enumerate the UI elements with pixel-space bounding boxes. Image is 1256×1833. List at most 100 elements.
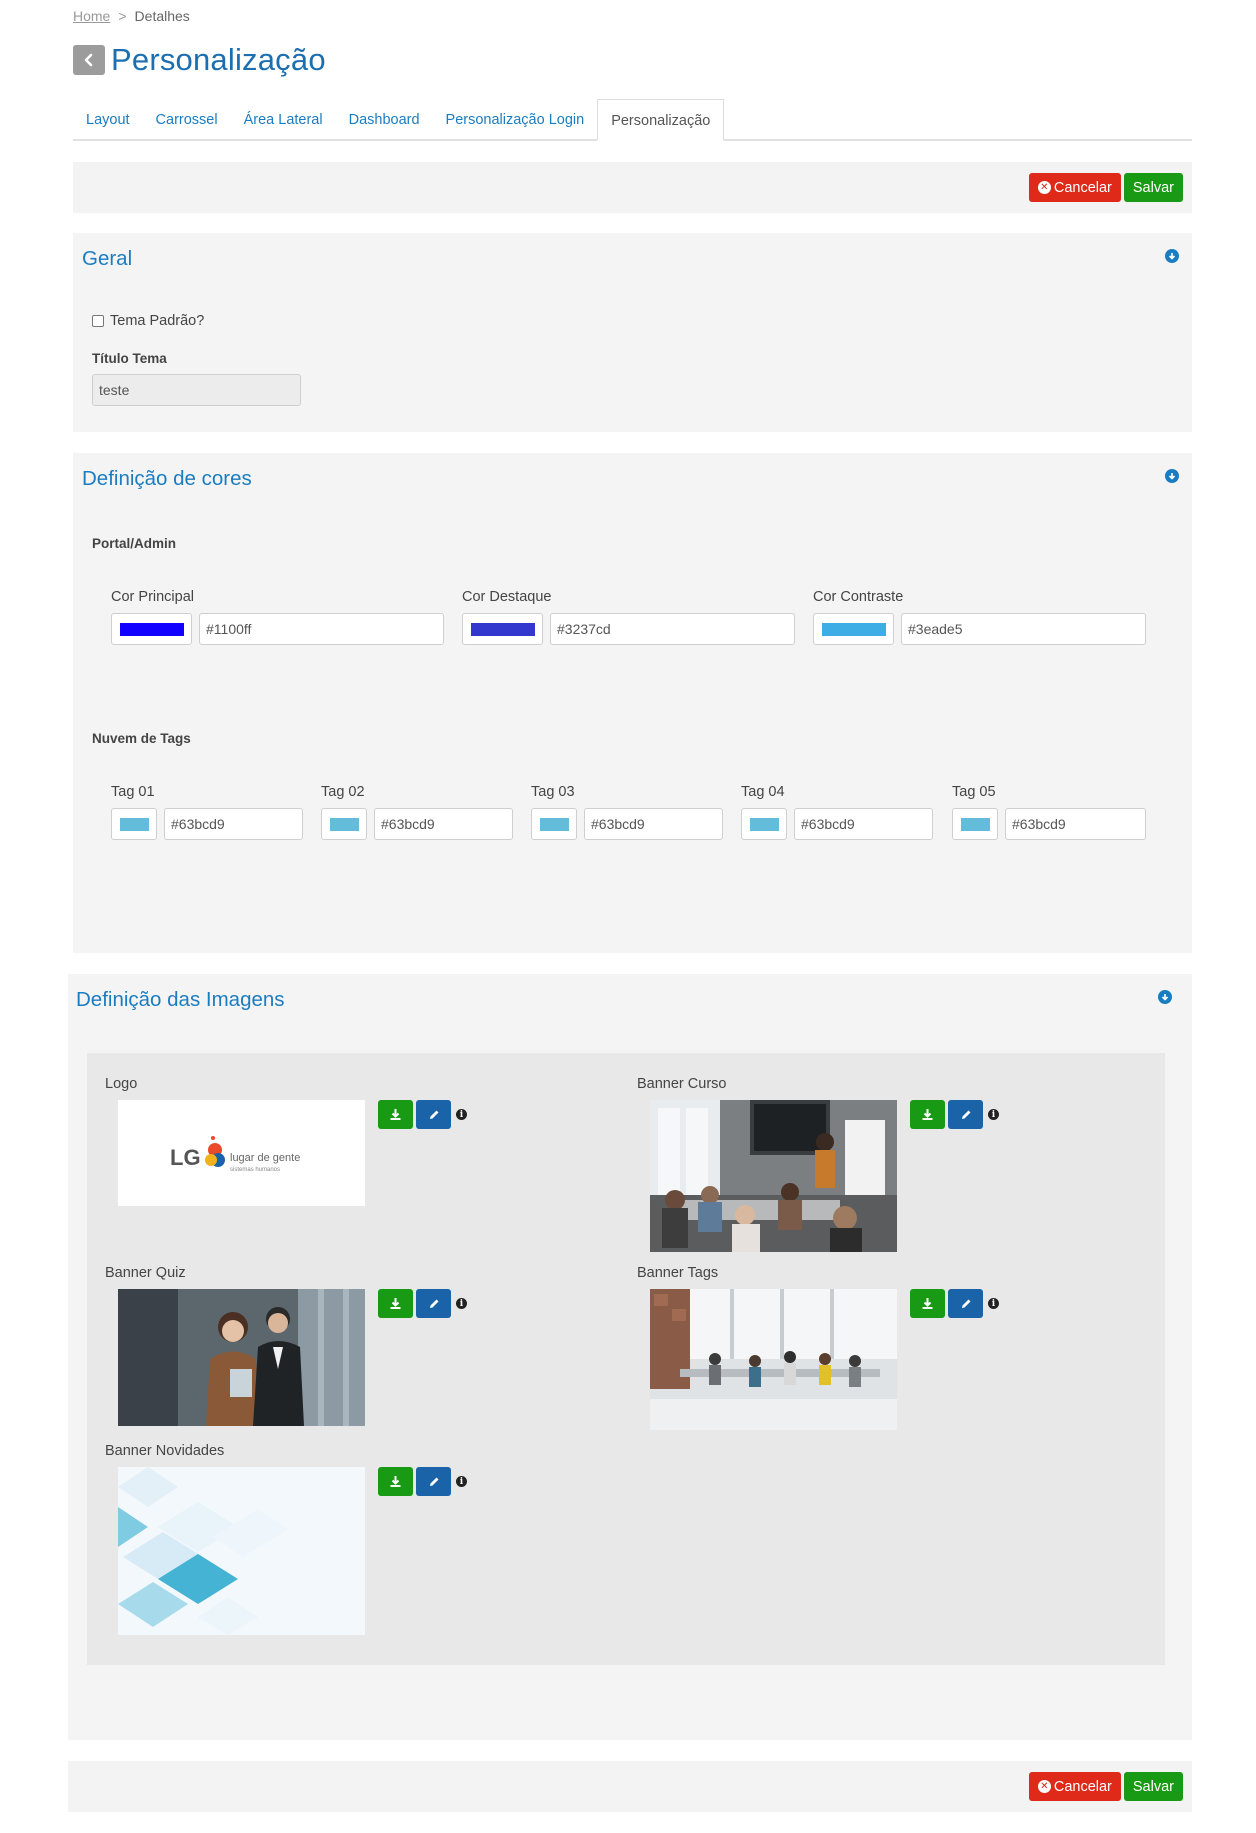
theme-title-input[interactable]: teste xyxy=(92,374,301,406)
banner-quiz-image xyxy=(118,1289,365,1426)
pencil-icon xyxy=(429,1110,438,1119)
pencil-icon xyxy=(429,1477,438,1486)
page-title: Personalização xyxy=(111,42,326,77)
top-action-bar: ✕ Cancelar Salvar xyxy=(73,162,1192,213)
cancel-button-top[interactable]: ✕ Cancelar xyxy=(1028,173,1121,202)
section-imagens: Definição das Imagens Logo LG lugar de g… xyxy=(68,974,1192,1740)
breadcrumb-separator: > xyxy=(118,8,127,24)
chevron-circle-icon[interactable] xyxy=(1165,469,1179,483)
tag-05-swatch[interactable] xyxy=(952,808,998,840)
info-icon[interactable]: i xyxy=(456,1109,467,1120)
close-circle-icon: ✕ xyxy=(1037,1780,1051,1793)
tag-05-input[interactable]: #63bcd9 xyxy=(1005,808,1146,840)
color-highlight-label: Cor Destaque xyxy=(462,589,552,605)
tab-layout[interactable]: Layout xyxy=(73,99,143,139)
color-highlight-swatch[interactable] xyxy=(462,613,543,645)
banner-quiz-label: Banner Quiz xyxy=(105,1265,186,1281)
save-button-top[interactable]: Salvar xyxy=(1123,173,1183,202)
tag-02-swatch[interactable] xyxy=(321,808,367,840)
tab-dashboard[interactable]: Dashboard xyxy=(336,99,433,139)
banner-tags-label: Banner Tags xyxy=(637,1265,719,1281)
download-icon xyxy=(390,1476,401,1487)
color-contrast-label: Cor Contraste xyxy=(813,589,904,605)
theme-title-label: Título Tema xyxy=(92,351,167,366)
save-button-bottom[interactable]: Salvar xyxy=(1123,1772,1183,1801)
cancel-label: Cancelar xyxy=(1053,1778,1112,1795)
banner-curso-edit-button[interactable] xyxy=(948,1100,983,1129)
save-label: Salvar xyxy=(1132,179,1174,196)
tab-personalizacao[interactable]: Personalização xyxy=(597,99,725,141)
banner-novidades-edit-button[interactable] xyxy=(416,1467,451,1496)
breadcrumb: Home > Detalhes xyxy=(73,8,190,24)
breadcrumb-home-link[interactable]: Home xyxy=(73,8,110,24)
cancel-button-bottom[interactable]: ✕ Cancelar xyxy=(1028,1772,1121,1801)
logo-lg-text: LG xyxy=(170,1145,201,1170)
section-title-imagens: Definição das Imagens xyxy=(76,988,285,1011)
logo-edit-button[interactable] xyxy=(416,1100,451,1129)
tag-03-label: Tag 03 xyxy=(531,784,575,800)
tab-area-lateral[interactable]: Área Lateral xyxy=(231,99,336,139)
tag-01-swatch[interactable] xyxy=(111,808,157,840)
tag-04-input[interactable]: #63bcd9 xyxy=(794,808,933,840)
cancel-label: Cancelar xyxy=(1053,179,1112,196)
logo-download-button[interactable] xyxy=(378,1100,413,1129)
color-contrast-swatch-fill xyxy=(821,622,886,636)
section-title-geral: Geral xyxy=(82,247,133,270)
logo-tagline: lugar de gente xyxy=(230,1152,300,1164)
tag-03-swatch[interactable] xyxy=(531,808,577,840)
download-icon xyxy=(390,1298,401,1309)
banner-novidades-download-button[interactable] xyxy=(378,1467,413,1496)
section-cores: Definição de cores Portal/Admin Cor Prin… xyxy=(73,453,1192,953)
tag-02-swatch-fill xyxy=(329,817,359,831)
default-theme-checkbox[interactable] xyxy=(92,315,104,327)
banner-tags-edit-button[interactable] xyxy=(948,1289,983,1318)
color-main-swatch-fill xyxy=(119,622,184,636)
close-circle-icon: ✕ xyxy=(1037,181,1051,194)
info-icon[interactable]: i xyxy=(988,1109,999,1120)
tab-personalizacao-login[interactable]: Personalização Login xyxy=(433,99,598,139)
tag-04-label: Tag 04 xyxy=(741,784,785,800)
tag-05-label: Tag 05 xyxy=(952,784,996,800)
banner-quiz-download-button[interactable] xyxy=(378,1289,413,1318)
color-contrast-input[interactable]: #3eade5 xyxy=(901,613,1146,645)
default-theme-checkbox-row[interactable]: Tema Padrão? xyxy=(92,313,204,329)
tag-03-input[interactable]: #63bcd9 xyxy=(584,808,723,840)
download-icon xyxy=(922,1298,933,1309)
default-theme-label: Tema Padrão? xyxy=(110,313,205,329)
banner-novidades-label: Banner Novidades xyxy=(105,1443,225,1459)
banner-curso-download-button[interactable] xyxy=(910,1100,945,1129)
chevron-circle-icon[interactable] xyxy=(1158,990,1172,1004)
portal-admin-label: Portal/Admin xyxy=(92,536,177,551)
color-highlight-swatch-fill xyxy=(470,622,535,636)
color-main-input[interactable]: #1100ff xyxy=(199,613,444,645)
pencil-icon xyxy=(429,1299,438,1308)
back-button[interactable] xyxy=(73,45,105,75)
info-icon[interactable]: i xyxy=(988,1298,999,1309)
banner-quiz-edit-button[interactable] xyxy=(416,1289,451,1318)
tag-cloud-label: Nuvem de Tags xyxy=(92,731,191,746)
tab-carrossel[interactable]: Carrossel xyxy=(143,99,231,139)
color-main-label: Cor Principal xyxy=(111,589,194,605)
tag-01-input[interactable]: #63bcd9 xyxy=(164,808,303,840)
pencil-icon xyxy=(961,1110,970,1119)
bottom-action-bar: ✕ Cancelar Salvar xyxy=(68,1761,1192,1812)
info-icon[interactable]: i xyxy=(456,1476,467,1487)
tag-03-swatch-fill xyxy=(539,817,569,831)
tag-02-input[interactable]: #63bcd9 xyxy=(374,808,513,840)
banner-curso-label: Banner Curso xyxy=(637,1076,727,1092)
back-arrow-icon xyxy=(84,53,93,67)
tag-05-swatch-fill xyxy=(960,817,990,831)
logo-label: Logo xyxy=(105,1076,138,1092)
section-geral: Geral Tema Padrão? Título Tema teste xyxy=(73,233,1192,432)
color-highlight-input[interactable]: #3237cd xyxy=(550,613,795,645)
section-title-cores: Definição de cores xyxy=(82,467,252,490)
tab-bar: Layout Carrossel Área Lateral Dashboard … xyxy=(73,99,1192,141)
banner-tags-download-button[interactable] xyxy=(910,1289,945,1318)
tag-04-swatch[interactable] xyxy=(741,808,787,840)
logo-subtagline: sistemas humanos xyxy=(230,1167,280,1173)
info-icon[interactable]: i xyxy=(456,1298,467,1309)
color-contrast-swatch[interactable] xyxy=(813,613,894,645)
chevron-circle-icon[interactable] xyxy=(1165,249,1179,263)
color-main-swatch[interactable] xyxy=(111,613,192,645)
tag-01-swatch-fill xyxy=(119,817,149,831)
